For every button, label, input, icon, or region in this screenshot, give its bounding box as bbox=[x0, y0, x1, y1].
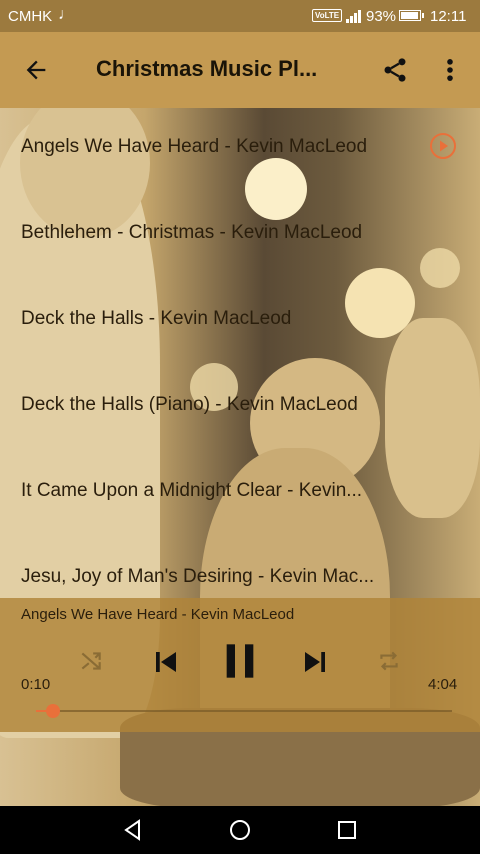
volte-badge: VoLTE bbox=[312, 9, 343, 22]
share-icon[interactable] bbox=[381, 56, 409, 84]
seek-bar[interactable] bbox=[36, 704, 452, 718]
now-playing-title: Angels We Have Heard - Kevin MacLeod bbox=[21, 606, 295, 623]
shuffle-icon[interactable] bbox=[78, 648, 104, 674]
song-item[interactable]: Angels We Have Heard - Kevin MacLeod bbox=[0, 108, 480, 194]
previous-icon[interactable] bbox=[151, 647, 181, 677]
song-item[interactable]: Deck the Halls - Kevin MacLeod bbox=[0, 280, 480, 366]
music-note-icon: ♩ bbox=[58, 6, 74, 23]
song-title: It Came Upon a Midnight Clear - Kevin... bbox=[21, 480, 363, 501]
status-clock: 12:11 bbox=[430, 8, 467, 25]
battery-icon bbox=[399, 10, 424, 21]
song-item[interactable]: Bethlehem - Christmas - Kevin MacLeod bbox=[0, 194, 480, 280]
carrier-label: CMHK bbox=[8, 8, 53, 25]
elapsed-time: 0:10 bbox=[21, 676, 51, 693]
pause-icon[interactable] bbox=[220, 640, 260, 682]
battery-percent: 93% bbox=[366, 8, 397, 25]
arrow-left-icon[interactable] bbox=[22, 56, 50, 84]
system-nav-bar bbox=[0, 806, 480, 854]
song-item[interactable]: Deck the Halls (Piano) - Kevin MacLeod bbox=[0, 366, 480, 452]
nav-back-icon[interactable] bbox=[120, 818, 146, 842]
page-title: Christmas Music Pl... bbox=[96, 56, 318, 81]
nav-home-icon[interactable] bbox=[227, 818, 253, 842]
nav-recents-icon[interactable] bbox=[334, 818, 360, 842]
song-list: Angels We Have Heard - Kevin MacLeod Bet… bbox=[0, 108, 480, 598]
total-time: 4:04 bbox=[428, 676, 458, 693]
seek-thumb[interactable] bbox=[45, 704, 60, 718]
song-title: Deck the Halls (Piano) - Kevin MacLeod bbox=[21, 394, 358, 415]
app-toolbar: Christmas Music Pl... bbox=[0, 32, 480, 108]
more-vert-icon[interactable] bbox=[440, 56, 460, 84]
player-panel: Angels We Have Heard - Kevin MacLeod 0:1… bbox=[0, 598, 480, 732]
status-bar: CMHK ♩ VoLTE 93% 12:11 bbox=[0, 0, 480, 32]
song-title: Bethlehem - Christmas - Kevin MacLeod bbox=[21, 222, 363, 243]
next-icon[interactable] bbox=[300, 647, 330, 677]
play-circle-icon[interactable] bbox=[429, 132, 457, 160]
repeat-icon[interactable] bbox=[376, 648, 402, 674]
song-item[interactable]: It Came Upon a Midnight Clear - Kevin... bbox=[0, 452, 480, 538]
song-title: Deck the Halls - Kevin MacLeod bbox=[21, 308, 292, 329]
song-title: Angels We Have Heard - Kevin MacLeod bbox=[21, 136, 368, 157]
signal-icon bbox=[346, 9, 364, 23]
song-title: Jesu, Joy of Man's Desiring - Kevin Mac.… bbox=[21, 566, 375, 587]
